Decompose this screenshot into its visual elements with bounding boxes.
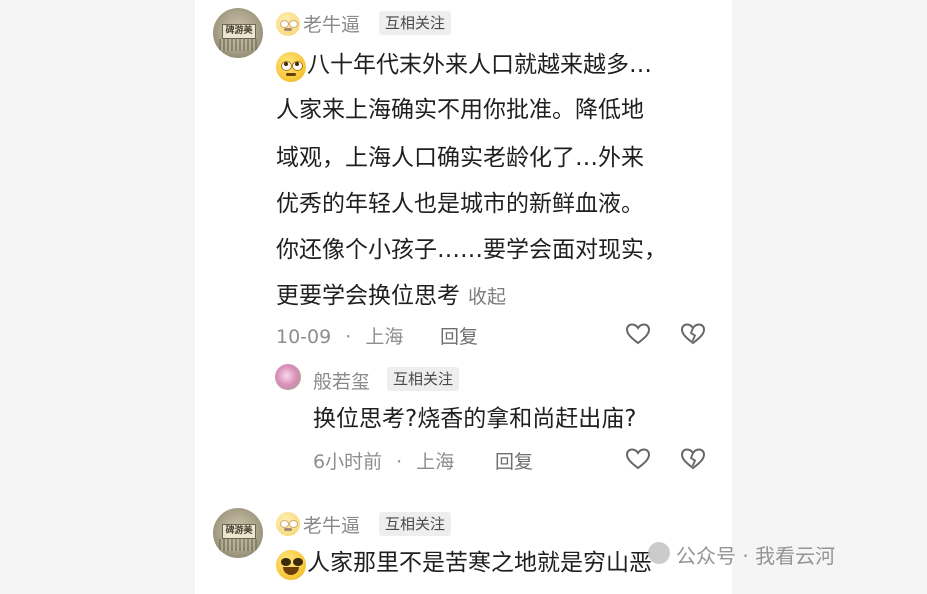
comment-text-line: 人家那里不是苦寒之地就是穷山恶 [307, 550, 652, 576]
reply-button[interactable]: 回复 [440, 322, 478, 349]
dislike-broken-heart-icon[interactable] [680, 447, 706, 471]
eye-roll-emoji-icon [276, 52, 306, 82]
mutual-follow-badge: 互相关注 [379, 11, 452, 35]
eye-roll-emoji-icon [276, 12, 300, 36]
reply-time: 6小时前 [313, 451, 383, 473]
avatar[interactable]: 碑游美 [213, 8, 263, 58]
comment-author[interactable]: 老牛逼 [303, 511, 360, 538]
comment-text-line: 优秀的年轻人也是城市的新鲜血液。 [276, 191, 644, 217]
mutual-follow-badge: 互相关注 [379, 512, 452, 536]
reply-location: 上海 [416, 451, 455, 473]
right-background [732, 0, 927, 594]
comment-text-line: 你还像个小孩子……要学会面对现实， [276, 237, 667, 263]
eye-roll-emoji-icon [276, 512, 300, 536]
comment-author[interactable]: 老牛逼 [303, 10, 360, 37]
comment-text-line: 域观，上海人口确实老龄化了…外来 [276, 145, 644, 171]
comment-location: 上海 [365, 326, 404, 348]
comment-date: 10-09 [276, 326, 332, 348]
comment-last-line: 更要学会换位思考 收起 [276, 281, 506, 312]
reply-avatar[interactable] [275, 364, 301, 390]
like-heart-icon[interactable] [625, 447, 651, 471]
dislike-broken-heart-icon[interactable] [680, 322, 706, 346]
wechat-logo-icon [648, 542, 670, 564]
watermark: 公众号 · 我看云河 [676, 544, 836, 568]
meta-separator: · [345, 326, 352, 348]
collapse-link[interactable]: 收起 [468, 286, 506, 308]
reply-button[interactable]: 回复 [495, 447, 533, 474]
avatar[interactable]: 碑游美 [213, 508, 263, 558]
mutual-follow-badge: 互相关注 [387, 367, 460, 391]
like-heart-icon[interactable] [625, 322, 651, 346]
reply-author[interactable]: 般若玺 [313, 367, 370, 394]
reply-text: 换位思考?烧香的拿和尚赶出庙? [313, 406, 637, 432]
laughing-tears-emoji-icon [276, 550, 306, 580]
left-background [0, 0, 195, 594]
meta-separator: · [396, 451, 403, 473]
reply-meta: 6小时前 · 上海 [313, 447, 454, 474]
comment-text-line: 八十年代末外来人口就越来越多… [307, 52, 652, 78]
avatar-text: 碑游美 [222, 524, 256, 539]
comment-text-line: 更要学会换位思考 [276, 283, 460, 309]
comment-meta: 10-09 · 上海 [276, 322, 403, 349]
avatar-text: 碑游美 [222, 24, 256, 39]
comment-text-line: 人家来上海确实不用你批准。降低地 [276, 97, 644, 123]
